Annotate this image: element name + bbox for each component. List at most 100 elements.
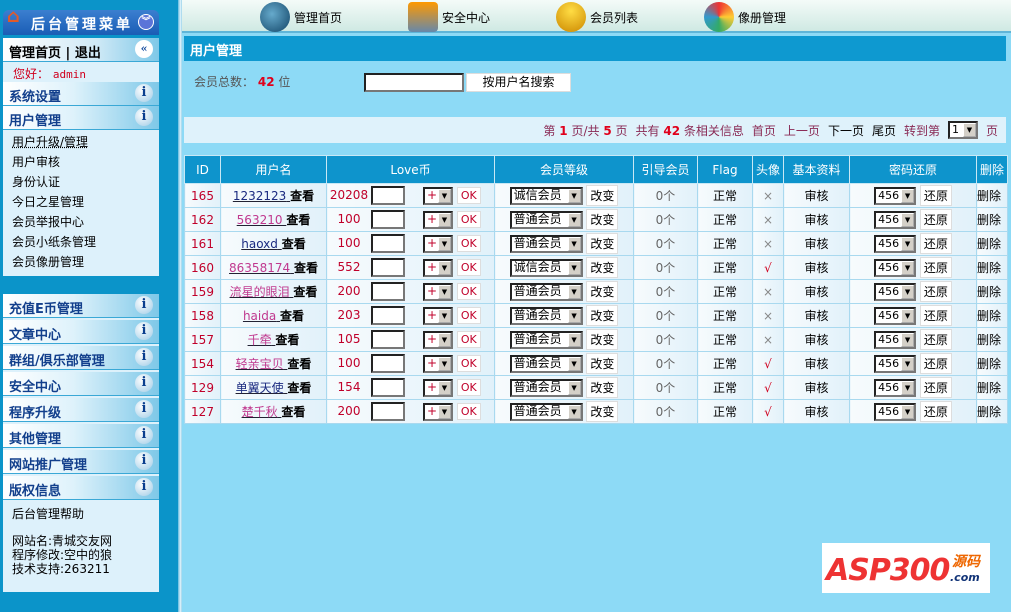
search-input[interactable] <box>364 73 464 92</box>
logout-link[interactable]: 退出 <box>75 46 101 61</box>
restore-button[interactable]: 还原 <box>919 209 952 230</box>
flag-status[interactable]: 正常 <box>697 375 753 400</box>
ok-button[interactable]: OK <box>456 403 481 420</box>
level-select[interactable]: 普通会员 ▼ <box>509 306 583 325</box>
restore-button[interactable]: 还原 <box>919 329 952 350</box>
level-select[interactable]: 普通会员 ▼ <box>509 282 583 301</box>
view-link[interactable]: 查看 <box>280 309 304 323</box>
level-select[interactable]: 诚信会员 ▼ <box>509 258 583 277</box>
nav-security-center[interactable]: 安全中心 <box>408 2 490 32</box>
review-link[interactable]: 审核 <box>783 351 850 376</box>
operator-select[interactable]: + ▼ <box>423 306 453 325</box>
home-link[interactable]: 管理首页 <box>9 46 61 61</box>
change-level-button[interactable]: 改变 <box>586 401 619 422</box>
ok-button[interactable]: OK <box>456 379 481 396</box>
restore-button[interactable]: 还原 <box>919 353 952 374</box>
level-select[interactable]: 普通会员 ▼ <box>509 354 583 373</box>
flag-status[interactable]: 正常 <box>697 231 753 256</box>
ok-button[interactable]: OK <box>456 307 481 324</box>
sidebar-item-user-4[interactable]: 会员举报中心 <box>3 210 159 230</box>
level-select[interactable]: 普通会员 ▼ <box>509 210 583 229</box>
password-select[interactable]: 456 ▼ <box>874 306 917 325</box>
change-level-button[interactable]: 改变 <box>586 305 619 326</box>
operator-select[interactable]: + ▼ <box>423 354 453 373</box>
change-level-button[interactable]: 改变 <box>586 257 619 278</box>
level-select[interactable]: 普通会员 ▼ <box>509 402 583 421</box>
username-link[interactable]: 轻亲宝贝 <box>236 357 284 371</box>
delete-link[interactable]: 删除 <box>976 279 1008 304</box>
review-link[interactable]: 审核 <box>783 183 850 208</box>
section-3[interactable]: 安全中心 i <box>3 372 159 396</box>
section-4[interactable]: 程序升级 i <box>3 398 159 422</box>
section-system-settings[interactable]: 系统设置 i <box>3 82 159 106</box>
password-select[interactable]: 456 ▼ <box>874 234 917 253</box>
level-select[interactable]: 普通会员 ▼ <box>509 330 583 349</box>
cross-icon[interactable]: × <box>752 207 784 232</box>
flag-status[interactable]: 正常 <box>697 399 753 424</box>
sidebar-item-user-5[interactable]: 会员小纸条管理 <box>3 230 159 250</box>
username-link[interactable]: 1232123 <box>233 189 286 203</box>
cross-icon[interactable]: × <box>752 279 784 304</box>
delete-link[interactable]: 删除 <box>976 303 1008 328</box>
search-button[interactable]: 按用户名搜索 <box>466 73 571 92</box>
sidebar-item-user-0[interactable]: 用户升级/管理 <box>3 130 159 150</box>
change-level-button[interactable]: 改变 <box>586 209 619 230</box>
change-level-button[interactable]: 改变 <box>586 281 619 302</box>
love-amount-input[interactable] <box>371 186 405 205</box>
change-level-button[interactable]: 改变 <box>586 329 619 350</box>
prev-page-link[interactable]: 上一页 <box>784 122 820 139</box>
review-link[interactable]: 审核 <box>783 327 850 352</box>
change-level-button[interactable]: 改变 <box>586 233 619 254</box>
delete-link[interactable]: 删除 <box>976 351 1008 376</box>
change-level-button[interactable]: 改变 <box>586 353 619 374</box>
password-select[interactable]: 456 ▼ <box>874 258 917 277</box>
nav-member-list[interactable]: 会员列表 <box>556 2 638 32</box>
level-select[interactable]: 普通会员 ▼ <box>509 378 583 397</box>
love-amount-input[interactable] <box>371 282 405 301</box>
view-link[interactable]: 查看 <box>287 357 311 371</box>
sidebar-item-user-6[interactable]: 会员像册管理 <box>3 250 159 270</box>
review-link[interactable]: 审核 <box>783 255 850 280</box>
sidebar-item-user-2[interactable]: 身份认证 <box>3 170 159 190</box>
check-icon[interactable]: √ <box>752 375 784 400</box>
password-select[interactable]: 456 ▼ <box>874 282 917 301</box>
cross-icon[interactable]: × <box>752 303 784 328</box>
review-link[interactable]: 审核 <box>783 279 850 304</box>
review-link[interactable]: 审核 <box>783 207 850 232</box>
delete-link[interactable]: 删除 <box>976 231 1008 256</box>
delete-link[interactable]: 删除 <box>976 375 1008 400</box>
password-select[interactable]: 456 ▼ <box>874 330 917 349</box>
restore-button[interactable]: 还原 <box>919 377 952 398</box>
operator-select[interactable]: + ▼ <box>423 330 453 349</box>
check-icon[interactable]: √ <box>752 399 784 424</box>
username-link[interactable]: 单翼天使 <box>236 381 284 395</box>
username-link[interactable]: haoxd <box>241 237 278 251</box>
view-link[interactable]: 查看 <box>282 237 306 251</box>
love-amount-input[interactable] <box>371 330 405 349</box>
restore-button[interactable]: 还原 <box>919 185 952 206</box>
view-link[interactable]: 查看 <box>290 189 314 203</box>
restore-button[interactable]: 还原 <box>919 305 952 326</box>
operator-select[interactable]: + ▼ <box>423 210 453 229</box>
goto-page-select[interactable]: 1 ▼ <box>947 121 978 139</box>
section-1[interactable]: 文章中心 i <box>3 320 159 344</box>
password-select[interactable]: 456 ▼ <box>874 210 917 229</box>
review-link[interactable]: 审核 <box>783 231 850 256</box>
love-amount-input[interactable] <box>371 258 405 277</box>
collapse-all-icon[interactable]: ︾ <box>138 14 154 30</box>
cross-icon[interactable]: × <box>752 327 784 352</box>
section-5[interactable]: 其他管理 i <box>3 424 159 448</box>
view-link[interactable]: 查看 <box>286 213 310 227</box>
delete-link[interactable]: 删除 <box>976 207 1008 232</box>
username-link[interactable]: 楚千秋 <box>242 405 278 419</box>
operator-select[interactable]: + ▼ <box>423 402 453 421</box>
flag-status[interactable]: 正常 <box>697 207 753 232</box>
flag-status[interactable]: 正常 <box>697 327 753 352</box>
first-page-link[interactable]: 首页 <box>752 122 776 139</box>
cross-icon[interactable]: × <box>752 183 784 208</box>
collapse-sidebar-icon[interactable]: « <box>135 40 153 58</box>
view-link[interactable]: 查看 <box>294 261 318 275</box>
help-link[interactable]: 后台管理帮助 <box>3 502 159 522</box>
restore-button[interactable]: 还原 <box>919 401 952 422</box>
review-link[interactable]: 审核 <box>783 399 850 424</box>
